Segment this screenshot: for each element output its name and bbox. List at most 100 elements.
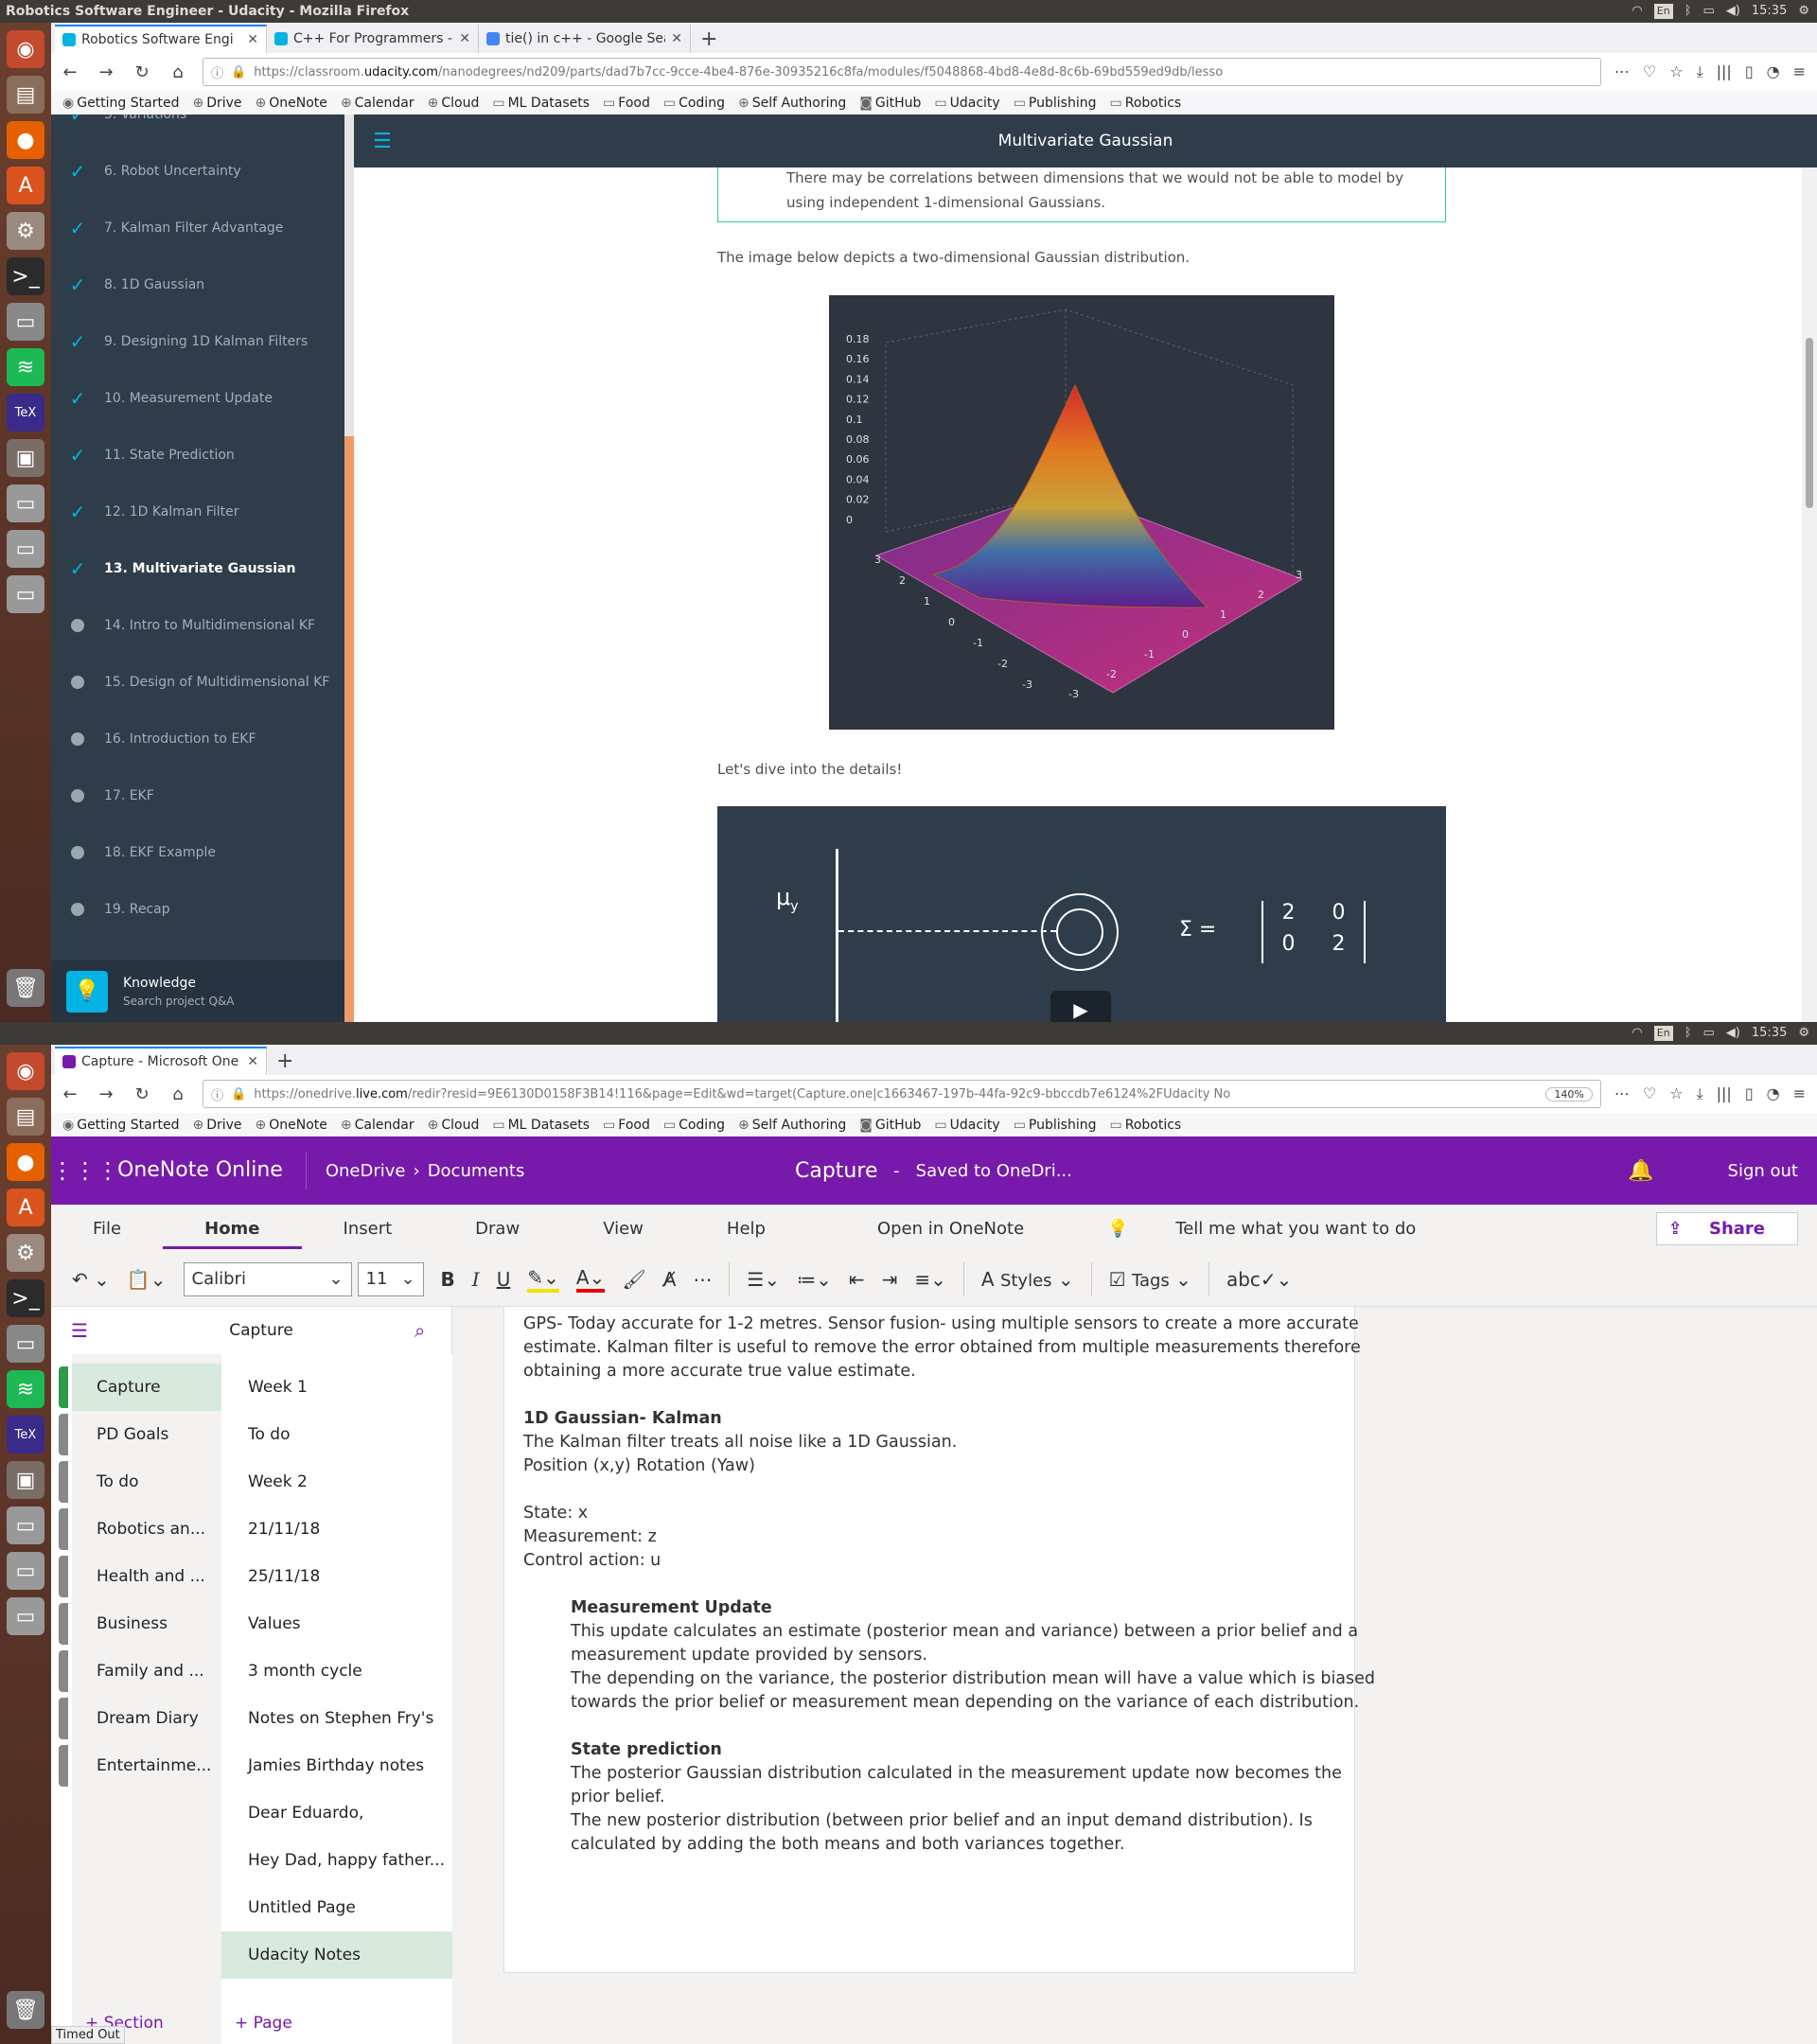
sidebar-icon[interactable]: ▯ bbox=[1745, 1084, 1754, 1103]
zoom-indicator[interactable]: 140% bbox=[1545, 1086, 1593, 1101]
increase-indent-icon[interactable]: ⇥ bbox=[882, 1268, 898, 1291]
volume-icon[interactable]: ◀) bbox=[1726, 1022, 1740, 1045]
note-line[interactable]: The posterior Gaussian distribution calc… bbox=[523, 1762, 1342, 1786]
drive-icon[interactable]: ▭ bbox=[7, 485, 44, 522]
bookmark-item[interactable]: ▭ Coding bbox=[663, 1118, 725, 1133]
more-icon[interactable]: ⋯ bbox=[693, 1268, 712, 1291]
note-line[interactable]: estimate. Kalman filter is useful to rem… bbox=[523, 1336, 1361, 1360]
terminal-icon[interactable]: >_ bbox=[7, 257, 44, 295]
note-line[interactable]: Control action: u bbox=[523, 1549, 1335, 1573]
add-page-button[interactable]: + Page bbox=[221, 2002, 292, 2044]
lesson-item[interactable]: ✓ 6. Robot Uncertainty bbox=[51, 143, 346, 200]
drive-icon[interactable]: ▭ bbox=[7, 575, 44, 613]
page-item[interactable]: 25/11/18 bbox=[221, 1553, 452, 1600]
section-item[interactable]: To do bbox=[72, 1458, 221, 1506]
account-icon[interactable]: ◔ bbox=[1767, 1084, 1780, 1103]
bookmark-item[interactable]: ◉ Getting Started bbox=[62, 96, 179, 111]
bookmark-item[interactable]: ▭ Food bbox=[603, 1118, 650, 1133]
app-icon[interactable]: ▣ bbox=[7, 439, 44, 477]
bookmark-item[interactable]: ▭ ML Datasets bbox=[492, 96, 590, 111]
align-icon[interactable]: ≡⌄ bbox=[914, 1268, 946, 1291]
bookmark-item[interactable]: ▭ Coding bbox=[663, 96, 725, 111]
system-settings-icon[interactable]: ⚙ bbox=[7, 1234, 44, 1272]
italic-icon[interactable]: I bbox=[472, 1268, 480, 1291]
ubuntu-dash-icon[interactable]: ◉ bbox=[7, 30, 44, 68]
note-line[interactable]: The Kalman filter treats all noise like … bbox=[523, 1431, 1335, 1454]
note-heading[interactable]: 1D Gaussian- Kalman bbox=[523, 1407, 1335, 1431]
bookmark-item[interactable]: ◙ GitHub bbox=[859, 96, 921, 111]
lesson-item[interactable]: ✓ 11. State Prediction bbox=[51, 427, 346, 484]
bookmark-item[interactable]: ◙ GitHub bbox=[859, 1118, 921, 1133]
note-line[interactable]: The new posterior distribution (between … bbox=[523, 1809, 1335, 1833]
bookmark-item[interactable]: ▭ Udacity bbox=[934, 1118, 999, 1133]
undo-icon[interactable]: ↶ ⌄ bbox=[72, 1268, 110, 1291]
software-center-icon[interactable]: A bbox=[7, 1189, 44, 1226]
files-icon[interactable]: ▤ bbox=[7, 76, 44, 114]
close-icon[interactable]: ✕ bbox=[247, 1054, 258, 1069]
reload-button[interactable]: ↻ bbox=[131, 62, 153, 82]
note-canvas[interactable]: GPS- Today accurate for 1-2 metres. Sens… bbox=[452, 1307, 1817, 2044]
browser-tab[interactable]: tie() in c++ - Google Sear ✕ bbox=[479, 25, 691, 53]
reload-button[interactable]: ↻ bbox=[131, 1084, 153, 1104]
section-item[interactable]: PD Goals bbox=[72, 1411, 221, 1458]
page-item[interactable]: Dear Eduardo, bbox=[221, 1789, 452, 1837]
drive-icon[interactable]: ▭ bbox=[7, 1597, 44, 1635]
new-tab-button[interactable]: + bbox=[691, 26, 727, 53]
lesson-item[interactable]: 16. Introduction to EKF bbox=[51, 711, 346, 767]
close-icon[interactable]: ✕ bbox=[671, 31, 682, 46]
lesson-item[interactable]: 15. Design of Multidimensional KF bbox=[51, 654, 346, 711]
ribbon-tab[interactable]: 💡 Tell me what you want to do bbox=[1066, 1219, 1457, 1239]
hamburger-menu-icon[interactable]: ☰ bbox=[373, 130, 392, 153]
more-icon[interactable]: ⋯ bbox=[1614, 62, 1630, 81]
texmaker-icon[interactable]: TeX bbox=[7, 394, 44, 432]
bookmark-item[interactable]: ⊕ OneNote bbox=[256, 1118, 327, 1133]
sign-out-link[interactable]: Sign out bbox=[1728, 1161, 1798, 1181]
font-size-select[interactable]: 11 ⌄ bbox=[357, 1261, 424, 1296]
bookmark-item[interactable]: ⊕ Calendar bbox=[341, 1118, 415, 1133]
bookmark-item[interactable]: ⊕ Calendar bbox=[341, 96, 415, 111]
bookmark-item[interactable]: ▭ Robotics bbox=[1109, 96, 1181, 111]
bookmark-item[interactable]: ⊕ Self Authoring bbox=[738, 1118, 846, 1133]
video-player[interactable]: μy Σ = 2002 ▶ bbox=[717, 806, 1446, 1022]
bookmark-item[interactable]: ⊕ Self Authoring bbox=[738, 96, 846, 111]
section-item[interactable]: Capture bbox=[72, 1364, 221, 1411]
drive-icon[interactable]: ▭ bbox=[7, 530, 44, 568]
account-icon[interactable]: ◔ bbox=[1767, 62, 1780, 81]
knowledge-link[interactable]: 💡 Knowledge Search project Q&A bbox=[51, 960, 346, 1022]
pocket-icon[interactable]: ♡ bbox=[1643, 1084, 1656, 1103]
pocket-icon[interactable]: ♡ bbox=[1643, 62, 1656, 81]
close-icon[interactable]: ✕ bbox=[247, 32, 258, 47]
bookmark-item[interactable]: ▭ Food bbox=[603, 96, 650, 111]
styles-button[interactable]: A Styles ⌄ bbox=[981, 1268, 1074, 1291]
drive-icon[interactable]: ▭ bbox=[7, 1507, 44, 1544]
browser-tab[interactable]: Robotics Software Engi ✕ bbox=[55, 25, 267, 53]
note-line[interactable]: measurement update provided by sensors. bbox=[523, 1644, 1335, 1667]
section-item[interactable]: Entertainme... bbox=[72, 1742, 221, 1789]
note-line[interactable]: GPS- Today accurate for 1-2 metres. Sens… bbox=[523, 1313, 1359, 1336]
lesson-item[interactable]: ✓ 10. Measurement Update bbox=[51, 370, 346, 427]
ribbon-tab[interactable]: Draw bbox=[433, 1219, 561, 1239]
clock[interactable]: 15:35 bbox=[1752, 1022, 1787, 1045]
disk-icon[interactable]: ▭ bbox=[7, 303, 44, 341]
page-item[interactable]: Week 1 bbox=[221, 1364, 452, 1411]
lesson-item[interactable]: 19. Recap bbox=[51, 881, 346, 938]
downloads-icon[interactable]: ⤓ bbox=[1697, 1084, 1703, 1103]
software-center-icon[interactable]: A bbox=[7, 167, 44, 204]
section-item[interactable]: Family and ... bbox=[72, 1648, 221, 1695]
section-item[interactable]: Health and ... bbox=[72, 1553, 221, 1600]
lesson-item[interactable]: ✓ 7. Kalman Filter Advantage bbox=[51, 200, 346, 256]
spotify-icon[interactable]: ≋ bbox=[7, 348, 44, 386]
bookmark-item[interactable]: ⊕ OneNote bbox=[256, 96, 327, 111]
wifi-icon[interactable]: ◠ bbox=[1632, 0, 1642, 23]
sidebar-scroll[interactable] bbox=[344, 115, 354, 1022]
ribbon-tab[interactable]: Help bbox=[685, 1219, 807, 1239]
page-item[interactable]: Hey Dad, happy father... bbox=[221, 1837, 452, 1884]
app-icon[interactable]: ▣ bbox=[7, 1461, 44, 1499]
page-item[interactable]: 21/11/18 bbox=[221, 1506, 452, 1553]
app-launcher-icon[interactable]: ⋮⋮⋮ bbox=[51, 1157, 119, 1184]
bookmark-star-icon[interactable]: ☆ bbox=[1669, 1084, 1683, 1103]
page-item[interactable]: Udacity Notes bbox=[221, 1931, 452, 1979]
settings-gear-icon[interactable]: ⚙ bbox=[1798, 1022, 1809, 1045]
info-icon[interactable]: ⓘ bbox=[211, 1085, 223, 1103]
menu-icon[interactable]: ≡ bbox=[1793, 62, 1806, 81]
